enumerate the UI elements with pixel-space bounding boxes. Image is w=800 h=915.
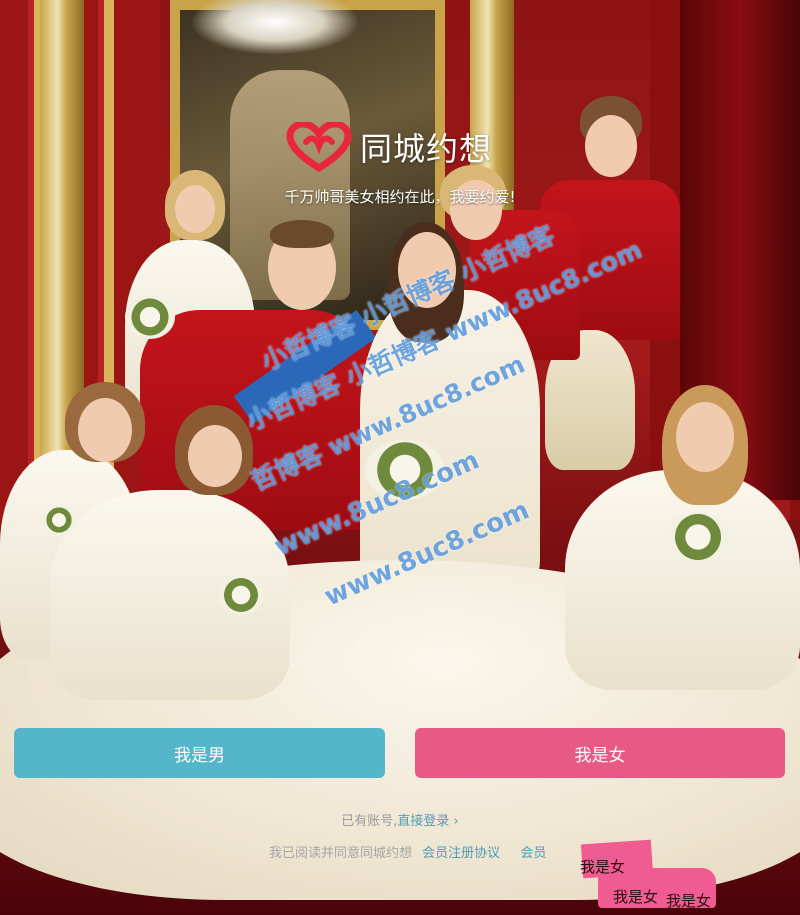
agreement-suffix: 会员 bbox=[520, 846, 547, 861]
overlap-text: 我是女 bbox=[580, 858, 626, 876]
bouquet bbox=[125, 295, 175, 339]
female-button[interactable]: 我是女 bbox=[415, 728, 785, 778]
bouquet bbox=[218, 575, 264, 615]
heart-logo-icon bbox=[286, 122, 352, 172]
bouquet bbox=[42, 505, 76, 535]
child-face bbox=[676, 402, 734, 472]
child-face bbox=[78, 398, 132, 462]
overlap-text: 我是女 bbox=[666, 892, 712, 910]
bridesmaid-figure bbox=[565, 470, 800, 690]
child-face bbox=[585, 115, 637, 177]
agreement-row: 我已阅读并同意同城约想 会员注册协议 会员 bbox=[269, 842, 546, 861]
app-name: 同城约想 bbox=[360, 130, 493, 168]
agreement-link[interactable]: 会员注册协议 bbox=[422, 846, 500, 861]
login-row: 已有账号,直接登录 › bbox=[0, 810, 800, 829]
bouquet bbox=[665, 512, 731, 562]
male-button[interactable]: 我是男 bbox=[14, 728, 385, 778]
agreement-prefix: 我已阅读并同意同城约想 bbox=[269, 846, 413, 861]
chandelier bbox=[190, 0, 360, 55]
login-link[interactable]: 直接登录 › bbox=[397, 814, 458, 829]
overlap-text: 我是女 bbox=[613, 888, 659, 906]
groom-hair bbox=[270, 220, 334, 248]
tagline: 千万帅哥美女相约在此，我要约爱! bbox=[284, 188, 516, 206]
child-face bbox=[188, 425, 242, 487]
app-logo: 同城约想 bbox=[286, 122, 492, 172]
login-prompt: 已有账号, bbox=[341, 814, 398, 829]
